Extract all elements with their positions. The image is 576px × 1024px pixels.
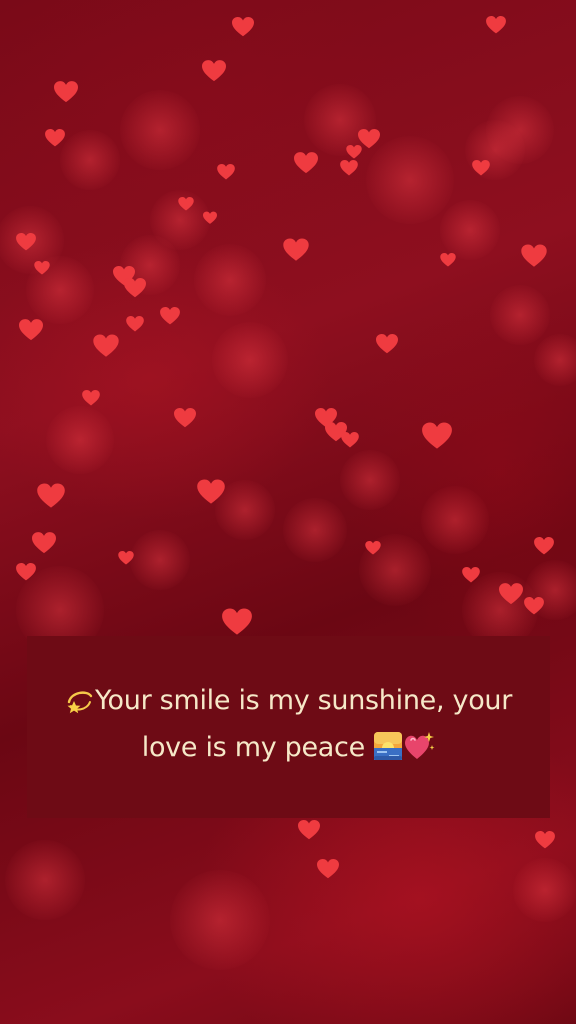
sparkling-heart-icon: [403, 731, 435, 774]
bokeh-circle: [60, 130, 120, 190]
bokeh-circle: [534, 334, 576, 386]
heart-icon: [340, 160, 358, 176]
heart-icon: [486, 16, 506, 34]
heart-icon: [462, 567, 480, 583]
heart-icon: [472, 160, 490, 176]
heart-icon: [283, 238, 309, 262]
heart-icon: [82, 390, 100, 406]
bokeh-circle: [5, 840, 85, 920]
heart-icon: [124, 278, 146, 298]
heart-icon: [178, 197, 194, 211]
background: [0, 0, 576, 1024]
heart-icon: [118, 551, 134, 565]
heart-icon: [93, 334, 119, 358]
quote-line-1: Your smile is my sunshine, your: [94, 685, 513, 716]
heart-icon: [535, 831, 555, 849]
bokeh-circle: [194, 244, 266, 316]
heart-icon: [376, 334, 398, 354]
heart-icon: [54, 81, 78, 103]
heart-icon: [37, 483, 65, 509]
heart-icon: [317, 859, 339, 879]
heart-icon: [174, 408, 196, 428]
heart-icon: [217, 164, 235, 180]
bokeh-circle: [283, 498, 347, 562]
heart-icon: [203, 211, 217, 225]
heart-icon: [298, 820, 320, 840]
heart-icon: [19, 319, 43, 341]
heart-icon: [232, 17, 254, 37]
bokeh-circle: [421, 486, 489, 554]
heart-icon: [197, 479, 225, 505]
bokeh-circle: [440, 200, 500, 260]
heart-icon: [160, 307, 180, 325]
dizzy-star-icon: [65, 685, 95, 727]
bokeh-circle: [490, 285, 550, 345]
heart-icon: [32, 532, 56, 554]
quote-card: Your smile is my sunshine, your love is …: [27, 636, 550, 818]
quote-line-2: love is my peace: [141, 732, 365, 763]
heart-icon: [202, 60, 226, 82]
heart-icon: [16, 233, 36, 251]
bokeh-circle: [212, 322, 288, 398]
heart-icon: [222, 608, 252, 636]
bokeh-circle: [366, 136, 454, 224]
heart-icon: [440, 253, 456, 267]
bokeh-circle: [130, 530, 190, 590]
heart-icon: [34, 261, 50, 275]
heart-icon: [534, 537, 554, 555]
sunrise-icon: [373, 731, 403, 774]
heart-icon: [524, 597, 544, 615]
bokeh-circle: [340, 450, 400, 510]
heart-icon: [521, 244, 547, 268]
heart-icon: [422, 422, 452, 450]
bokeh-circle: [120, 90, 200, 170]
quote-text: Your smile is my sunshine, your love is …: [57, 680, 520, 774]
heart-icon: [341, 432, 359, 448]
heart-icon: [45, 129, 65, 147]
bokeh-circle: [513, 858, 576, 922]
heart-icon: [365, 541, 381, 555]
heart-icon: [346, 145, 362, 159]
heart-icon: [499, 583, 523, 605]
bokeh-circle: [170, 870, 270, 970]
heart-icon: [294, 152, 318, 174]
heart-icon: [126, 316, 144, 332]
bokeh-circle: [46, 406, 114, 474]
heart-icon: [16, 563, 36, 581]
